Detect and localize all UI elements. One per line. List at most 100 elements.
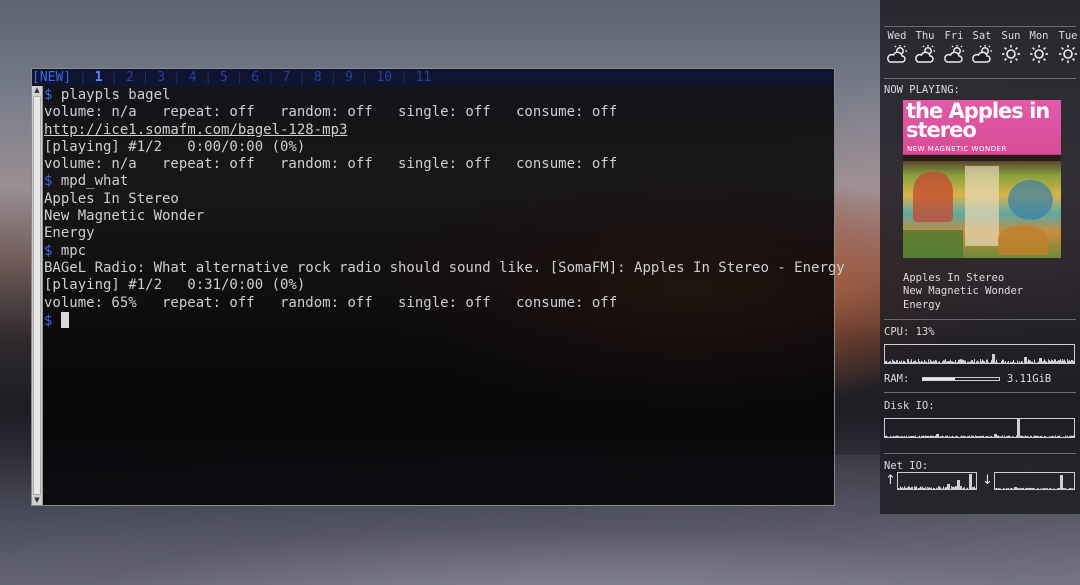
- tab-separator: |: [71, 70, 95, 85]
- weather-day: Tue: [1054, 30, 1080, 64]
- output-line: Energy: [44, 225, 828, 242]
- now-playing-info: Apples In Stereo New Magnetic Wonder Ene…: [903, 272, 1023, 312]
- terminal-scrollbar[interactable]: ▲ ▼: [32, 86, 43, 505]
- tab-3[interactable]: 3: [157, 70, 165, 85]
- now-playing-album: New Magnetic Wonder: [903, 285, 1024, 298]
- tab-separator: |: [227, 70, 252, 85]
- weather-day: Wed: [883, 30, 911, 64]
- sunny-icon: [1054, 44, 1080, 64]
- tab-10[interactable]: 10: [376, 70, 392, 85]
- line-text: volume: n/a repeat: off random: off sing…: [44, 156, 618, 173]
- weather-day-label: Sun: [1001, 30, 1021, 42]
- tab-9[interactable]: 9: [345, 70, 353, 85]
- divider: [884, 26, 1076, 27]
- cpu-label: CPU: 13%: [884, 326, 935, 338]
- tab-separator: |: [259, 70, 283, 85]
- partly-cloudy-icon: [968, 44, 996, 64]
- shell-prompt: $: [44, 87, 53, 103]
- line-text: BAGeL Radio: What alternative rock radio…: [44, 259, 845, 276]
- weather-day-label: Fri: [944, 30, 964, 42]
- disk-io-label: Disk IO:: [884, 400, 935, 412]
- output-line: New Magnetic Wonder: [44, 208, 828, 225]
- album-art: the Apples in stereo NEW MAGNETIC WONDER: [903, 100, 1061, 258]
- now-playing-label: NOW PLAYING:: [884, 84, 960, 96]
- weather-day-label: Mon: [1029, 30, 1049, 42]
- line-text: [playing] #1/2 0:31/0:00 (0%): [44, 277, 306, 294]
- net-upload-graph: [897, 472, 977, 490]
- weather-day: Mon: [1025, 30, 1053, 64]
- cpu-graph: [884, 344, 1075, 364]
- weather-forecast: Wed Thu Fri Sat Sun Mon Tue: [880, 30, 1080, 66]
- line-text: Apples In Stereo: [44, 190, 179, 207]
- output-line: BAGeL Radio: What alternative rock radio…: [44, 260, 845, 277]
- scrollbar-thumb[interactable]: [33, 96, 41, 495]
- net-download-graph: [994, 472, 1075, 490]
- text-cursor: [60, 311, 69, 328]
- tab-11[interactable]: 11: [416, 70, 432, 85]
- shell-prompt: $: [44, 173, 53, 190]
- weather-day: Sun: [997, 30, 1025, 64]
- tab-separator: |: [196, 70, 220, 85]
- output-line: [playing] #1/2 0:31/0:00 (0%): [44, 277, 828, 294]
- line-text: Energy: [44, 225, 95, 242]
- tab-separator: |: [392, 70, 416, 85]
- output-line: volume: n/a repeat: off random: off sing…: [44, 156, 828, 173]
- line-text: playpls bagel: [60, 87, 171, 103]
- download-arrow-icon: ↓: [982, 473, 993, 488]
- command-line: $ mpc: [44, 243, 828, 260]
- tab-separator: |: [165, 70, 189, 85]
- tab-8[interactable]: 8: [314, 70, 322, 85]
- weather-day-label: Wed: [887, 30, 907, 42]
- scroll-up-icon[interactable]: ▲: [32, 86, 42, 95]
- terminal-output[interactable]: $ playpls bagel volume: n/a repeat: off r…: [44, 87, 845, 501]
- ram-value: 3.11GiB: [1007, 373, 1052, 385]
- tab-separator: |: [321, 70, 346, 85]
- now-playing-artist: Apples In Stereo: [903, 272, 1005, 284]
- now-playing-track: Energy: [903, 298, 941, 311]
- tab-2[interactable]: 2: [126, 70, 134, 85]
- weather-day-label: Thu: [915, 30, 935, 42]
- net-io-label: Net IO:: [884, 460, 929, 472]
- tab-separator: |: [102, 70, 126, 85]
- output-line: [playing] #1/2 0:00/0:00 (0%): [44, 139, 828, 156]
- command-line: $ mpd_what: [44, 173, 828, 190]
- line-text: volume: n/a repeat: off random: off sing…: [44, 104, 618, 121]
- line-text: mpc: [60, 242, 87, 259]
- prompt-input-line[interactable]: $: [44, 311, 828, 329]
- line-text: volume: 65% repeat: off random: off sing…: [44, 294, 618, 311]
- weather-day-label: Tue: [1058, 30, 1078, 42]
- ram-usage-bar: [922, 377, 1000, 381]
- disk-io-graph: [884, 418, 1075, 438]
- divider: [884, 78, 1076, 79]
- terminal-tab-bar: [NEW] | 1 | 2 | 3 | 4 | 5 | 6 | 7 | 8 | …: [32, 69, 834, 86]
- line-text: mpd_what: [60, 173, 129, 190]
- output-line: volume: 65% repeat: off random: off sing…: [44, 295, 828, 312]
- partly-cloudy-icon: [911, 44, 939, 64]
- album-art-subtitle: NEW MAGNETIC WONDER: [907, 145, 1007, 153]
- weather-day: Thu: [911, 30, 939, 64]
- sunny-icon: [997, 44, 1025, 64]
- line-text: New Magnetic Wonder: [44, 208, 205, 225]
- upload-arrow-icon: ↑: [885, 473, 896, 488]
- partly-cloudy-icon: [940, 44, 968, 64]
- new-tab-button[interactable]: [NEW]: [32, 70, 71, 85]
- tab-separator: |: [290, 70, 314, 85]
- shell-prompt: $: [44, 312, 53, 329]
- weather-day: Fri: [940, 30, 968, 64]
- partly-cloudy-icon: [883, 44, 911, 64]
- system-monitor-panel: Wed Thu Fri Sat Sun Mon Tue NOW PLAYING: the A…: [880, 0, 1080, 514]
- divider: [884, 319, 1076, 320]
- divider: [884, 453, 1076, 454]
- output-line: volume: n/a repeat: off random: off sing…: [44, 104, 828, 121]
- stream-url-link[interactable]: http://ice1.somafm.com/bagel-128-mp3: [44, 122, 347, 138]
- album-art-title: the Apples in stereo: [906, 100, 1050, 142]
- tab-5[interactable]: 5: [220, 70, 228, 85]
- output-line: Apples In Stereo: [44, 191, 828, 208]
- tab-separator: |: [352, 70, 377, 85]
- weather-day: Sat: [968, 30, 996, 64]
- terminal-window[interactable]: [NEW] | 1 | 2 | 3 | 4 | 5 | 6 | 7 | 8 | …: [31, 68, 845, 506]
- shell-prompt: $: [44, 242, 53, 259]
- line-text: [playing] #1/2 0:00/0:00 (0%): [44, 138, 306, 155]
- tab-6[interactable]: 6: [251, 70, 259, 85]
- scroll-down-icon[interactable]: ▼: [32, 496, 42, 505]
